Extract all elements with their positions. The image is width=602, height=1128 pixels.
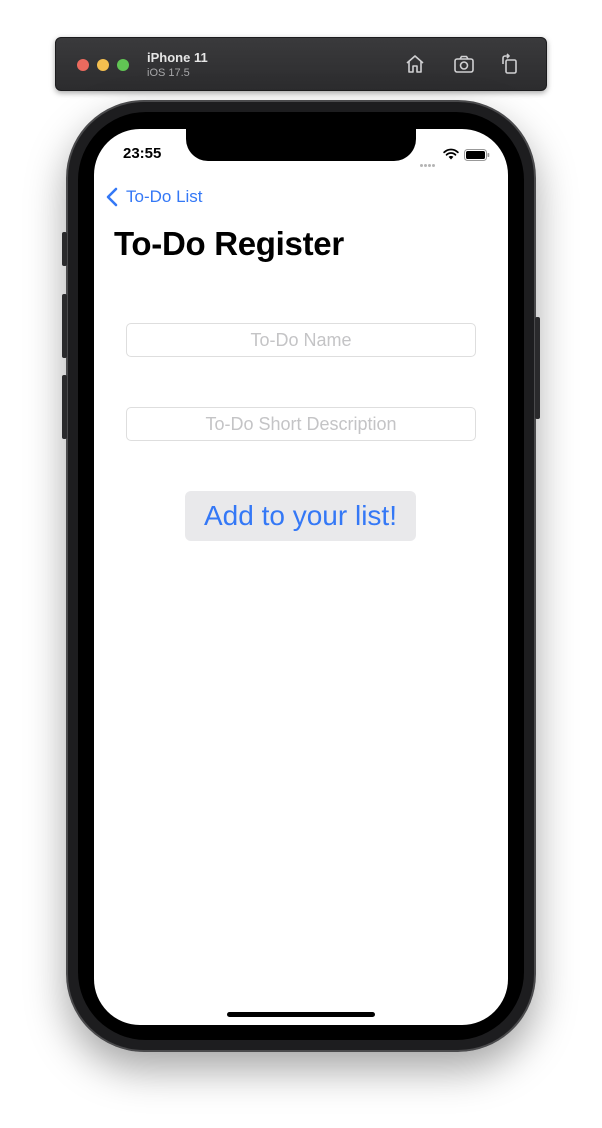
page-title: To-Do Register — [114, 225, 344, 262]
todo-name-input[interactable] — [126, 323, 476, 357]
close-window-button[interactable] — [77, 59, 89, 71]
mute-switch — [62, 232, 67, 266]
back-button-label: To-Do List — [126, 187, 203, 206]
cellular-signal-icon — [420, 154, 436, 172]
os-version: iOS 17.5 — [147, 67, 190, 79]
volume-down-button — [62, 375, 67, 439]
minimize-window-button[interactable] — [97, 59, 109, 71]
screenshot-icon[interactable] — [452, 52, 476, 76]
notch — [186, 129, 416, 161]
power-button — [535, 317, 540, 419]
rotate-icon[interactable] — [498, 52, 522, 76]
simulator-title-bar: iPhone 11 iOS 17.5 — [55, 37, 547, 91]
back-button[interactable]: To-Do List — [106, 187, 203, 207]
device-name: iPhone 11 — [147, 50, 208, 65]
battery-icon — [464, 148, 490, 166]
status-time: 23:55 — [123, 145, 162, 162]
zoom-window-button[interactable] — [117, 59, 129, 71]
volume-up-button — [62, 294, 67, 358]
home-icon[interactable] — [403, 52, 427, 76]
wifi-icon — [443, 147, 459, 165]
add-to-list-button[interactable]: Add to your list! — [185, 491, 416, 541]
home-indicator[interactable] — [227, 1012, 375, 1017]
chevron-left-icon — [106, 187, 118, 207]
phone-screen: 23:55 To-Do List To-Do Register Add to y… — [94, 129, 508, 1025]
todo-description-input[interactable] — [126, 407, 476, 441]
